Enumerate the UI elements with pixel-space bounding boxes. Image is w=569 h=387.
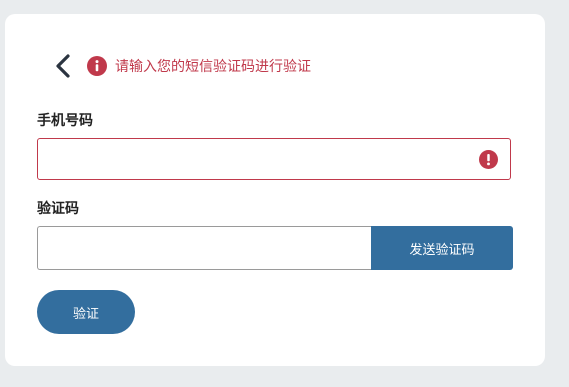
phone-label: 手机号码 bbox=[37, 113, 93, 129]
chevron-left-icon bbox=[56, 54, 70, 78]
error-message: 请输入您的短信验证码进行验证 bbox=[115, 59, 311, 75]
code-row: 发送验证码 bbox=[37, 226, 513, 270]
send-code-button[interactable]: 发送验证码 bbox=[371, 226, 513, 270]
header-row: 请输入您的短信验证码进行验证 bbox=[51, 52, 311, 80]
code-label: 验证码 bbox=[37, 201, 79, 217]
error-circle-icon bbox=[87, 56, 107, 76]
phone-input[interactable] bbox=[38, 139, 482, 179]
back-button[interactable] bbox=[51, 52, 75, 80]
code-input[interactable] bbox=[37, 226, 371, 270]
verify-button[interactable]: 验证 bbox=[37, 290, 135, 334]
phone-field[interactable] bbox=[37, 138, 511, 180]
error-circle-icon bbox=[479, 150, 498, 169]
verification-card: 请输入您的短信验证码进行验证 手机号码 验证码 发送验证码 验证 bbox=[5, 14, 545, 366]
